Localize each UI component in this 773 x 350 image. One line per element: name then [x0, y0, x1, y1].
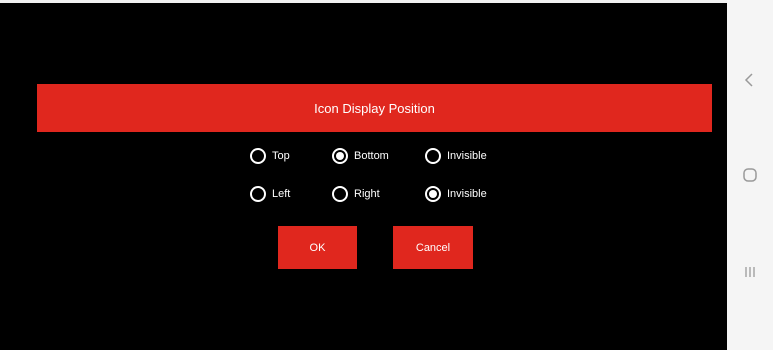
radio-label: Top	[272, 150, 290, 162]
nav-home-button[interactable]	[727, 155, 773, 195]
cancel-button[interactable]: Cancel	[393, 226, 473, 269]
back-chevron-icon	[744, 73, 753, 87]
radio-circle-icon	[250, 186, 266, 202]
recents-lines-icon	[745, 267, 755, 277]
dialog-title: Icon Display Position	[37, 84, 712, 132]
radio-top[interactable]: Top	[250, 146, 290, 166]
radio-label: Left	[272, 188, 291, 200]
system-nav-bar	[727, 0, 773, 350]
radio-circle-icon	[425, 148, 441, 164]
radio-label: Invisible	[447, 188, 487, 200]
nav-recents-button[interactable]	[727, 252, 773, 292]
top-frame-edge	[0, 0, 727, 3]
radio-circle-icon	[332, 186, 348, 202]
radio-left[interactable]: Left	[250, 184, 290, 204]
vertical-position-group: Top Bottom Invisible	[0, 146, 727, 166]
radio-bottom[interactable]: Bottom	[332, 146, 389, 166]
radio-invisible-vertical[interactable]: Invisible	[425, 146, 487, 166]
ok-button[interactable]: OK	[278, 226, 357, 269]
nav-back-button[interactable]	[727, 60, 773, 100]
radio-label: Invisible	[447, 150, 487, 162]
radio-circle-icon	[332, 148, 348, 164]
home-circle-icon	[743, 168, 757, 182]
radio-circle-icon	[425, 186, 441, 202]
radio-right[interactable]: Right	[332, 184, 380, 204]
radio-label: Bottom	[354, 150, 389, 162]
radio-invisible-horizontal[interactable]: Invisible	[425, 184, 487, 204]
radio-circle-icon	[250, 148, 266, 164]
radio-label: Right	[354, 188, 380, 200]
horizontal-position-group: Left Right Invisible	[0, 184, 727, 204]
app-screen: Icon Display Position Top Bottom Invisib…	[0, 0, 727, 350]
